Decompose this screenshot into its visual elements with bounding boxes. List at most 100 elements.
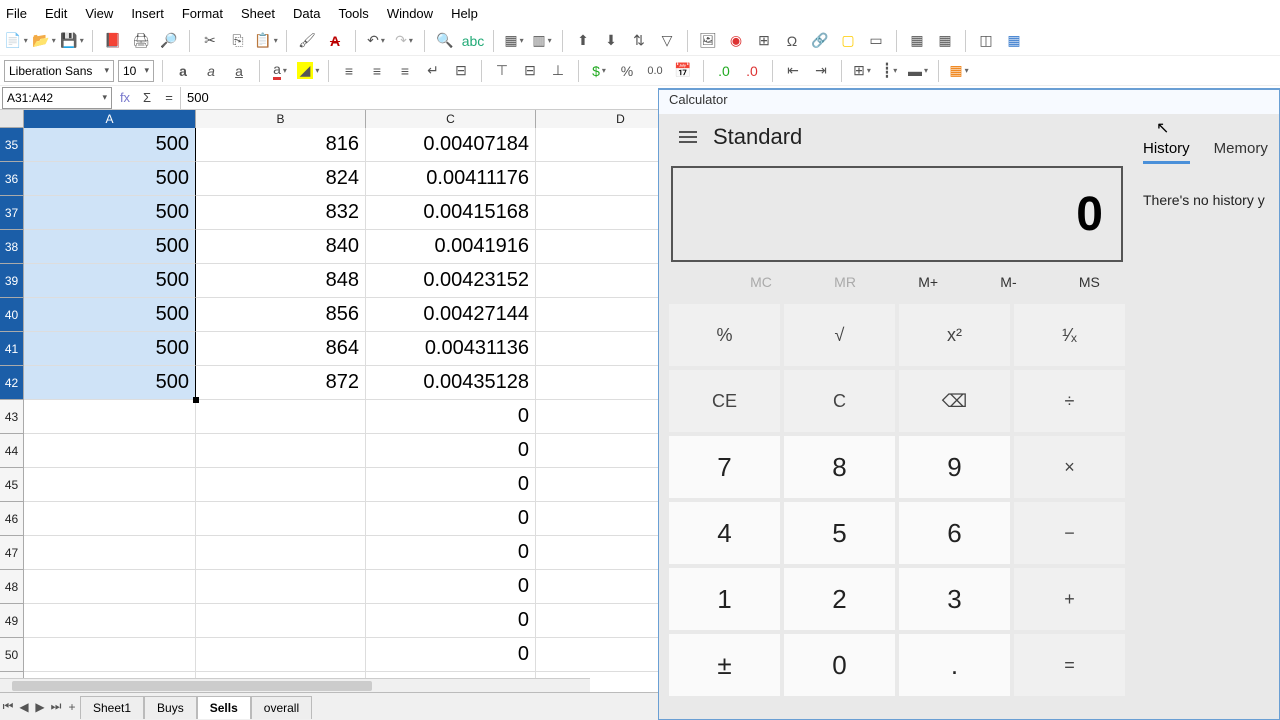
calc-key[interactable]: =	[1014, 634, 1125, 696]
equals-icon[interactable]: =	[158, 87, 180, 109]
align-right-icon[interactable]: ≡	[393, 59, 417, 83]
calc-key[interactable]: CE	[669, 370, 780, 432]
merge-icon[interactable]: ⊟	[449, 59, 473, 83]
cell[interactable]: 0	[366, 400, 536, 434]
row-header-38[interactable]: 38	[0, 230, 24, 264]
calc-key[interactable]: 9	[899, 436, 1010, 498]
cell[interactable]: 0	[366, 536, 536, 570]
cell[interactable]: 864	[196, 332, 366, 366]
cell[interactable]: 0.00407184	[366, 128, 536, 162]
number-icon[interactable]: 0.0	[643, 59, 667, 83]
border-color-icon[interactable]: ▬	[906, 59, 930, 83]
find-icon[interactable]: 🔍	[433, 29, 457, 53]
underline-icon[interactable]: a	[227, 59, 251, 83]
cell[interactable]: 500	[24, 366, 196, 400]
col-header-C[interactable]: C	[366, 110, 536, 128]
col-icon[interactable]: ▥	[530, 29, 554, 53]
cell[interactable]	[196, 604, 366, 638]
row-header-43[interactable]: 43	[0, 400, 24, 434]
select-all-corner[interactable]	[0, 110, 24, 128]
clone-format-icon[interactable]: 🖌	[295, 29, 319, 53]
cell[interactable]: 0.0041916	[366, 230, 536, 264]
tab-last-icon[interactable]: ⏭	[48, 699, 64, 714]
cells-area[interactable]: 5008160.004071845008240.004111765008320.…	[24, 128, 706, 692]
cell[interactable]: 824	[196, 162, 366, 196]
chart-icon[interactable]: ◉	[724, 29, 748, 53]
cell[interactable]: 500	[24, 264, 196, 298]
font-size-select[interactable]: 10▾	[118, 60, 154, 82]
header-footer-icon[interactable]: ▭	[864, 29, 888, 53]
cell[interactable]: 0.00431136	[366, 332, 536, 366]
row-header-48[interactable]: 48	[0, 570, 24, 604]
split-icon[interactable]: ◫	[974, 29, 998, 53]
paste-icon[interactable]: 📋	[254, 29, 278, 53]
comment-icon[interactable]: ▢	[836, 29, 860, 53]
sheet-tab-sheet1[interactable]: Sheet1	[80, 696, 144, 719]
valign-top-icon[interactable]: ⊤	[490, 59, 514, 83]
cell[interactable]: 816	[196, 128, 366, 162]
row-header-47[interactable]: 47	[0, 536, 24, 570]
cell[interactable]	[24, 570, 196, 604]
calc-key[interactable]: −	[1014, 502, 1125, 564]
calc-key[interactable]: 8	[784, 436, 895, 498]
tab-first-icon[interactable]: ⏮	[0, 699, 16, 714]
pivot-icon[interactable]: ⊞	[752, 29, 776, 53]
calc-key[interactable]: .	[899, 634, 1010, 696]
sidebar-icon[interactable]: ▦	[1002, 29, 1026, 53]
row-header-44[interactable]: 44	[0, 434, 24, 468]
cut-icon[interactable]: ✂	[198, 29, 222, 53]
sort-desc-icon[interactable]: ⬇	[599, 29, 623, 53]
valign-bot-icon[interactable]: ⊥	[546, 59, 570, 83]
calc-key[interactable]: C	[784, 370, 895, 432]
calc-key[interactable]: 6	[899, 502, 1010, 564]
menu-view[interactable]: View	[85, 6, 113, 21]
italic-icon[interactable]: a	[199, 59, 223, 83]
cell[interactable]: 848	[196, 264, 366, 298]
freeze-icon[interactable]: ▦	[933, 29, 957, 53]
redo-icon[interactable]: ↷	[392, 29, 416, 53]
horizontal-scrollbar[interactable]	[0, 678, 590, 692]
calc-key[interactable]: 4	[669, 502, 780, 564]
menu-tools[interactable]: Tools	[338, 6, 368, 21]
calc-key[interactable]: 2	[784, 568, 895, 630]
cell[interactable]: 0	[366, 434, 536, 468]
cell[interactable]	[24, 400, 196, 434]
tab-prev-icon[interactable]: ◀	[16, 700, 32, 714]
print-preview-icon[interactable]: 🔎	[157, 29, 181, 53]
font-name-select[interactable]: Liberation Sans▾	[4, 60, 114, 82]
cell[interactable]	[24, 468, 196, 502]
percent-icon[interactable]: %	[615, 59, 639, 83]
highlight-color-icon[interactable]: ◢	[296, 59, 320, 83]
row-header-49[interactable]: 49	[0, 604, 24, 638]
calc-key[interactable]: x²	[899, 304, 1010, 366]
save-icon[interactable]: 💾	[60, 29, 84, 53]
cell[interactable]	[196, 468, 366, 502]
calc-key[interactable]: 0	[784, 634, 895, 696]
cell[interactable]	[24, 502, 196, 536]
wrap-icon[interactable]: ↵	[421, 59, 445, 83]
cell[interactable]	[196, 570, 366, 604]
fn-wizard-icon[interactable]: fx	[114, 87, 136, 109]
hamburger-icon[interactable]	[679, 131, 697, 143]
ms-button[interactable]: MS	[1079, 274, 1100, 290]
cell[interactable]	[24, 536, 196, 570]
calc-key[interactable]: ⌫	[899, 370, 1010, 432]
calc-key[interactable]: 7	[669, 436, 780, 498]
border-style-icon[interactable]: ┋	[878, 59, 902, 83]
sheet-tab-sells[interactable]: Sells	[197, 696, 251, 719]
remove-decimal-icon[interactable]: .0	[740, 59, 764, 83]
cell[interactable]: 500	[24, 230, 196, 264]
col-header-B[interactable]: B	[196, 110, 366, 128]
cell[interactable]	[196, 502, 366, 536]
memory-tab[interactable]: Memory	[1214, 140, 1268, 164]
mminus-button[interactable]: M-	[1000, 274, 1016, 290]
cell[interactable]: 872	[196, 366, 366, 400]
tab-next-icon[interactable]: ▶	[32, 700, 48, 714]
cell[interactable]: 500	[24, 298, 196, 332]
bold-icon[interactable]: a	[171, 59, 195, 83]
row-header-36[interactable]: 36	[0, 162, 24, 196]
calc-key[interactable]: +	[1014, 568, 1125, 630]
cell[interactable]: 500	[24, 128, 196, 162]
row-header-39[interactable]: 39	[0, 264, 24, 298]
row-header-46[interactable]: 46	[0, 502, 24, 536]
